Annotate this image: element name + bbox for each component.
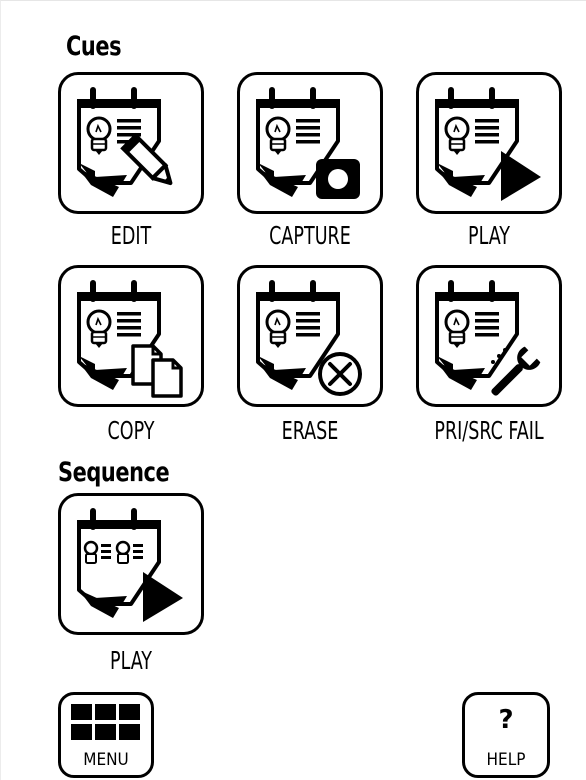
menu-button[interactable]: MENU xyxy=(58,692,154,778)
cue-play-label: PLAY xyxy=(468,221,510,250)
cue-edit-icon xyxy=(75,85,173,199)
question-mark-icon: ? xyxy=(498,705,514,735)
menu-label: MENU xyxy=(83,750,129,770)
cue-capture-label: CAPTURE xyxy=(269,221,351,250)
cue-screen: Cues EDIT CAPTURE PLAY COPY ERASE PRI/SR… xyxy=(0,0,586,780)
sequence-play-icon xyxy=(77,508,183,622)
cue-pri-src-fail-icon xyxy=(433,278,541,396)
cue-pri-src-fail-button[interactable] xyxy=(416,265,562,407)
cue-capture-icon xyxy=(254,85,360,199)
cue-play-icon xyxy=(433,85,541,201)
help-label: HELP xyxy=(486,750,526,770)
cue-copy-label: COPY xyxy=(107,416,155,445)
cue-erase-label: ERASE xyxy=(281,416,339,445)
menu-grid-icon xyxy=(71,704,140,740)
cue-edit-label: EDIT xyxy=(110,221,152,250)
sequence-play-label: PLAY xyxy=(110,646,152,675)
cue-copy-icon xyxy=(75,278,183,398)
cue-pri-src-fail-label: PRI/SRC FAIL xyxy=(434,416,544,445)
cue-erase-button[interactable] xyxy=(237,265,383,407)
cues-section-title: Cues xyxy=(66,31,122,62)
cue-erase-icon xyxy=(254,278,362,396)
cue-copy-button[interactable] xyxy=(58,265,204,407)
cue-capture-button[interactable] xyxy=(237,72,383,214)
cue-play-button[interactable] xyxy=(416,72,562,214)
sequence-play-button[interactable] xyxy=(58,493,204,635)
cue-edit-button[interactable] xyxy=(58,72,204,214)
sequence-section-title: Sequence xyxy=(58,457,170,488)
help-button[interactable]: ? HELP xyxy=(462,692,550,778)
